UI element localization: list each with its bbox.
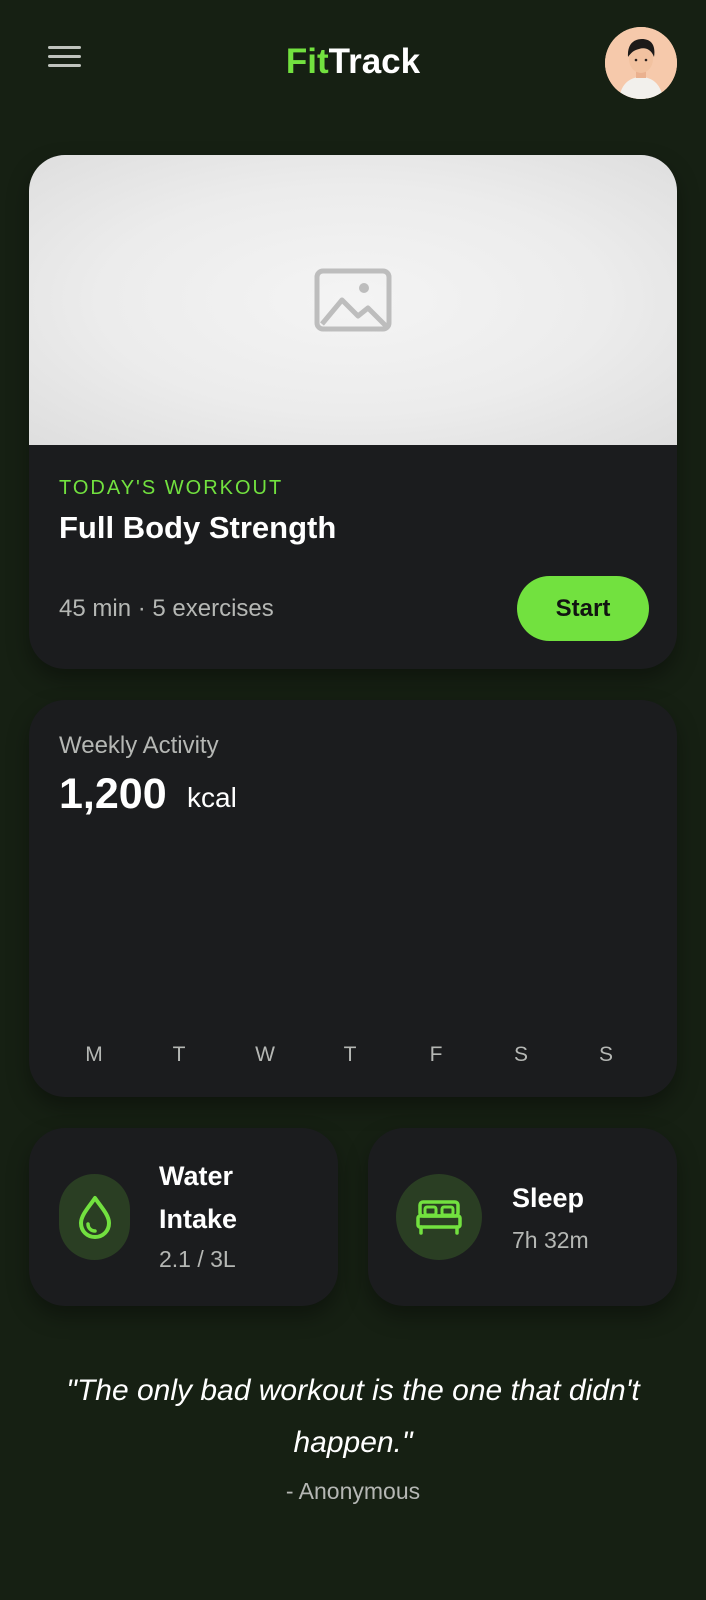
sleep-card[interactable]: Sleep 7h 32m [368, 1128, 677, 1306]
logo-fit: Fit [285, 42, 329, 81]
activity-unit: kcal [187, 782, 237, 813]
sleep-value: 7h 32m [512, 1227, 589, 1253]
day-label: F [429, 1043, 443, 1066]
activity-label: Weekly Activity [59, 732, 219, 759]
sleep-title: Sleep [512, 1183, 585, 1213]
water-intake-card[interactable]: Water Intake 2.1 / 3L [29, 1128, 338, 1306]
workout-title: Full Body Strength [59, 510, 337, 545]
day-label: S [513, 1043, 528, 1066]
logo-track: Track [328, 42, 421, 81]
motivational-quote: "The only bad workout is the one that di… [66, 1374, 640, 1459]
day-label: M [85, 1043, 103, 1066]
weekly-activity-card: Weekly Activity 1,200 kcal M T W T F S S [29, 700, 677, 1097]
workout-eyebrow: TODAY'S WORKOUT [59, 477, 284, 499]
quote-author: - Anonymous [285, 1478, 421, 1504]
app-logo: FitTrack [0, 42, 706, 82]
day-label: T [172, 1043, 186, 1066]
app-header: FitTrack [0, 0, 706, 130]
water-drop-icon [59, 1174, 130, 1260]
water-value: 2.1 / 3L [159, 1246, 236, 1272]
activity-value: 1,200 [59, 770, 167, 818]
avatar[interactable] [605, 27, 677, 99]
todays-workout-card[interactable]: TODAY'S WORKOUT Full Body Strength 45 mi… [29, 155, 677, 669]
day-label: W [255, 1043, 275, 1066]
workout-meta: 45 min · 5 exercises [59, 595, 274, 622]
bed-icon [396, 1174, 482, 1260]
day-label: T [343, 1043, 357, 1066]
weekday-labels: M T W T F S S [59, 1043, 663, 1073]
start-workout-button[interactable]: Start [517, 576, 649, 641]
water-title: Water Intake [159, 1161, 238, 1234]
day-label: S [598, 1043, 613, 1066]
image-placeholder-icon [314, 268, 392, 332]
workout-image [29, 155, 677, 445]
